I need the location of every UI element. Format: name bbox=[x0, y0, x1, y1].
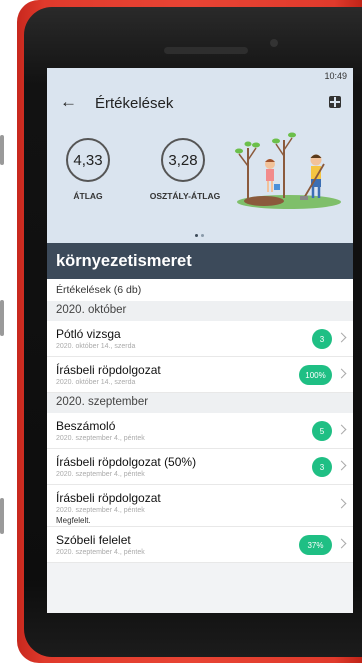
month-header-october: 2020. október bbox=[47, 301, 353, 321]
subject-title-bar: környezetismeret bbox=[47, 243, 353, 279]
carousel-dot-1[interactable] bbox=[195, 234, 198, 237]
grade-date: 2020. szeptember 4., péntek bbox=[56, 471, 145, 478]
averages-header: 10:49 ← Értékelések 4,33 ÁTLAG 3,28 OSZT… bbox=[47, 68, 353, 243]
grade-date: 2020. szeptember 4., péntek bbox=[56, 435, 145, 442]
grade-badge: 37% bbox=[299, 535, 332, 555]
side-button-2 bbox=[0, 300, 4, 336]
grade-row-beszamolo[interactable]: Beszámoló 2020. szeptember 4., péntek 5 bbox=[47, 413, 353, 449]
grade-note: Megfelelt. bbox=[56, 516, 91, 525]
grade-row-irasbeli-ropdolgozat-oct[interactable]: Írásbeli röpdolgozat 2020. október 14., … bbox=[47, 357, 353, 393]
grade-row-irasbeli-ropdolgozat-sep[interactable]: Írásbeli röpdolgozat 2020. szeptember 4.… bbox=[47, 485, 353, 527]
page-title: Értékelések bbox=[95, 95, 174, 112]
carousel-dots bbox=[195, 234, 204, 237]
grade-date: 2020. október 14., szerda bbox=[56, 343, 136, 350]
grades-list: Értékelések (6 db) 2020. október Pótló v… bbox=[47, 279, 353, 563]
grade-row-szobeli-felelet[interactable]: Szóbeli felelet 2020. szeptember 4., pén… bbox=[47, 527, 353, 563]
grade-badge: 5 bbox=[312, 421, 332, 441]
children-planting-illustration bbox=[235, 132, 341, 209]
grade-badge: 100% bbox=[299, 365, 332, 385]
grade-date: 2020. szeptember 4., péntek bbox=[56, 507, 145, 514]
class-average-value: 3,28 bbox=[168, 151, 198, 169]
grade-row-irasbeli-ropdolgozat-50[interactable]: Írásbeli röpdolgozat (50%) 2020. szeptem… bbox=[47, 449, 353, 485]
grade-badge: 3 bbox=[312, 329, 332, 349]
own-average-circle: 4,33 bbox=[66, 138, 110, 182]
side-button-3 bbox=[0, 498, 4, 534]
front-camera bbox=[270, 39, 278, 47]
grades-count: Értékelések (6 db) bbox=[47, 279, 353, 301]
grid-menu-icon[interactable] bbox=[329, 96, 341, 108]
grade-badge: 3 bbox=[312, 457, 332, 477]
carousel-dot-2[interactable] bbox=[201, 234, 204, 237]
grade-title: Írásbeli röpdolgozat (50%) bbox=[56, 455, 197, 469]
speaker-grille bbox=[164, 47, 248, 54]
side-button-1 bbox=[0, 135, 4, 165]
arrow-left-icon[interactable]: ← bbox=[60, 93, 77, 110]
grade-row-potlo-vizsga[interactable]: Pótló vizsga 2020. október 14., szerda 3 bbox=[47, 321, 353, 357]
app-screen: 10:49 ← Értékelések 4,33 ÁTLAG 3,28 OSZT… bbox=[47, 68, 353, 613]
grade-title: Beszámoló bbox=[56, 419, 116, 433]
status-time: 10:49 bbox=[324, 71, 347, 81]
month-header-september: 2020. szeptember bbox=[47, 393, 353, 413]
grade-title: Pótló vizsga bbox=[56, 327, 121, 341]
class-average-circle: 3,28 bbox=[161, 138, 205, 182]
grade-title: Írásbeli röpdolgozat bbox=[56, 491, 161, 505]
own-average-label: ÁTLAG bbox=[73, 191, 103, 201]
own-average-value: 4,33 bbox=[73, 151, 103, 169]
class-average-label: OSZTÁLY-ÁTLAG bbox=[149, 191, 221, 201]
